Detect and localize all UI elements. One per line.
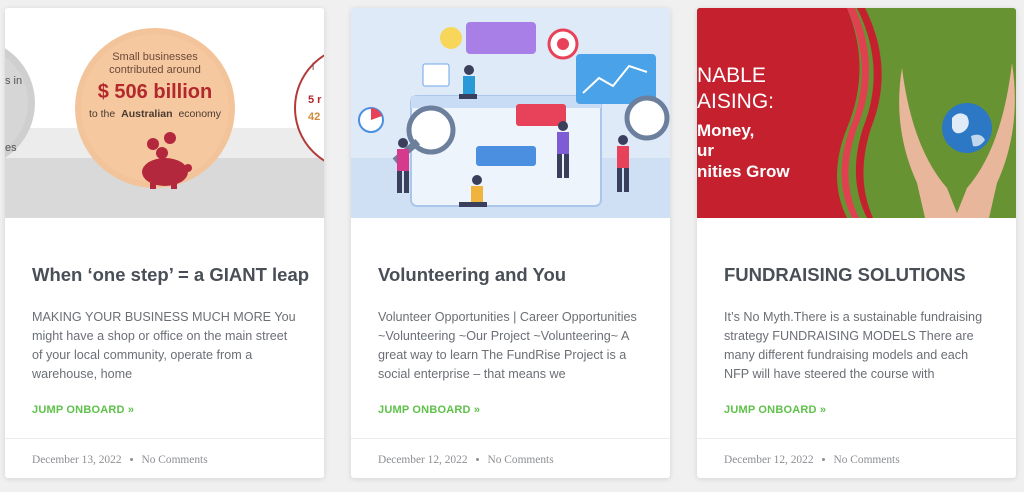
infographic-line: Small businesses [112,51,198,63]
meta-separator: • [821,454,826,466]
post-thumbnail-volunteering[interactable] [351,8,670,218]
post-date: December 12, 2022 [724,454,814,466]
post-comments: No Comments [487,454,554,466]
post-excerpt: It’s No Myth.There is a sustainable fund… [724,310,983,381]
read-more-link[interactable]: JUMP ONBOARD » [378,404,480,416]
image-headline: AISING: [697,90,774,113]
left-partial-text: s in [5,75,22,87]
post-card: Volunteering and You Volunteer Opportuni… [351,8,670,478]
post-meta: December 12, 2022 • No Comments [697,438,1016,478]
post-meta: December 12, 2022 • No Comments [351,438,670,478]
meta-separator: • [129,454,134,466]
post-excerpt: Volunteer Opportunities | Career Opportu… [378,310,637,381]
post-date: December 12, 2022 [378,454,468,466]
image-headline: NABLE [697,64,766,87]
post-comments: No Comments [833,454,900,466]
small-business-infographic-image: s in es Small businesses contributed aro… [5,8,324,218]
image-headline: nities Grow [697,162,790,181]
post-card: s in es Small businesses contributed aro… [5,8,324,478]
infographic-line: contributed around [109,64,201,76]
infographic-line: to the Australian economy [89,108,222,120]
blog-post-grid: s in es Small businesses contributed aro… [0,0,1024,492]
infographic-amount: $ 506 billion [98,81,212,103]
post-comments: No Comments [141,454,208,466]
post-excerpt: MAKING YOUR BUSINESS MUCH MORE You might… [32,310,296,381]
image-headline: Money, [697,121,754,140]
left-partial-text: es [5,142,17,154]
post-date: December 13, 2022 [32,454,122,466]
right-partial-text: i [312,62,314,73]
post-meta: December 13, 2022 • No Comments [5,438,324,478]
fundraising-hands-globe-image: NABLE AISING: Money, ur nities Grow [697,8,1016,218]
globe-icon [942,103,992,153]
read-more-link[interactable]: JUMP ONBOARD » [32,404,134,416]
meta-separator: • [475,454,480,466]
post-title[interactable]: When ‘one step’ = a GIANT leap [32,262,309,288]
post-thumbnail-fundraising[interactable]: NABLE AISING: Money, ur nities Grow [697,8,1016,218]
volunteering-illustration-image [351,8,670,218]
right-partial-text: 5 r [308,94,322,106]
right-partial-text: 42 [308,111,320,123]
post-card: NABLE AISING: Money, ur nities Grow FUND… [697,8,1016,478]
post-title[interactable]: Volunteering and You [378,262,643,288]
read-more-link[interactable]: JUMP ONBOARD » [724,404,826,416]
image-headline: ur [697,141,714,160]
post-thumbnail-small-business[interactable]: s in es Small businesses contributed aro… [5,8,324,218]
post-title[interactable]: FUNDRAISING SOLUTIONS [724,262,989,288]
